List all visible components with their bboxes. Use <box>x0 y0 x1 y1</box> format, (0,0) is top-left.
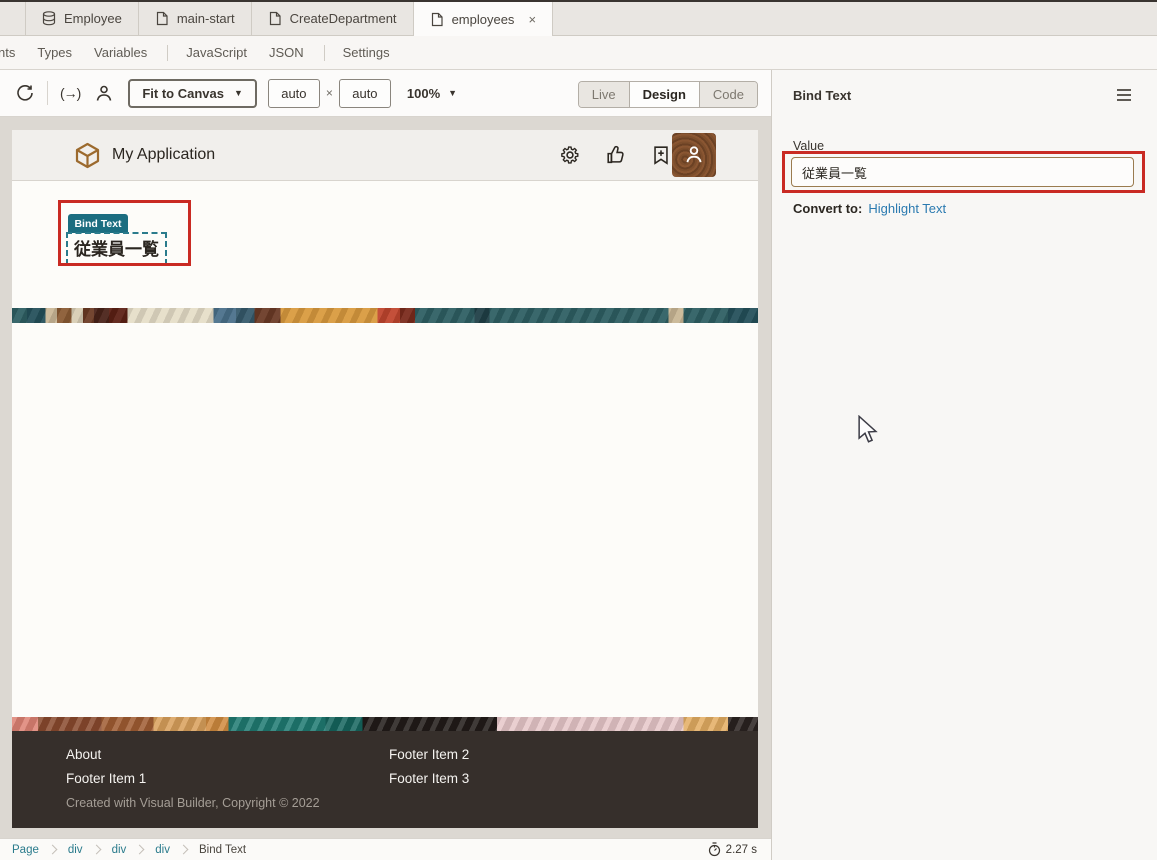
subnav-divider <box>167 45 168 61</box>
footer-link-item1[interactable]: Footer Item 1 <box>66 771 146 786</box>
page-subnav: nts Types Variables JavaScript JSON Sett… <box>0 36 1157 70</box>
design-canvas-workspace: My Application Bind Text 従業員一覧 <box>0 117 771 838</box>
subnav-item-settings[interactable]: Settings <box>339 45 394 60</box>
chevron-separator-icon <box>179 845 189 855</box>
convert-to-label: Convert to: <box>793 201 862 216</box>
mode-design[interactable]: Design <box>630 82 700 107</box>
footer-link-item2[interactable]: Footer Item 2 <box>389 747 469 762</box>
canvas-height-input[interactable] <box>339 79 391 108</box>
decorative-pattern-strip-bottom <box>12 717 758 731</box>
tab-employee[interactable]: Employee <box>25 2 139 35</box>
toolbar-divider <box>47 81 48 105</box>
fit-to-canvas-label: Fit to Canvas <box>142 86 224 101</box>
property-inspector: Bind Text Value Convert to:Highlight Tex… <box>771 70 1157 860</box>
page-footer: About Footer Item 1 Footer Item 2 Footer… <box>12 731 758 828</box>
breadcrumb-div[interactable]: div <box>112 844 127 856</box>
footer-link-item3[interactable]: Footer Item 3 <box>389 771 469 786</box>
mode-code[interactable]: Code <box>700 82 757 107</box>
user-avatar[interactable] <box>672 133 716 177</box>
thumbs-up-icon[interactable] <box>605 144 627 166</box>
mouse-cursor <box>857 415 879 445</box>
inspector-title: Bind Text <box>793 88 851 103</box>
stopwatch-icon <box>708 842 721 857</box>
render-timer: 2.27 s <box>708 842 757 857</box>
tab-employees-active[interactable]: employees × <box>414 2 553 36</box>
subnav-item-fragment[interactable]: nts <box>0 45 19 60</box>
page-icon <box>268 11 282 26</box>
refresh-icon[interactable] <box>15 83 35 103</box>
fit-to-canvas-dropdown[interactable]: Fit to Canvas ▼ <box>128 79 257 108</box>
tab-label: Employee <box>64 11 122 26</box>
tab-main-start[interactable]: main-start <box>139 2 252 35</box>
zoom-value: 100% <box>407 86 440 101</box>
bookmark-plus-icon[interactable] <box>650 144 672 166</box>
page-icon <box>430 12 444 27</box>
person-icon <box>683 144 705 166</box>
page-icon <box>155 11 169 26</box>
tab-close-icon[interactable]: × <box>528 12 536 27</box>
chevron-separator-icon <box>135 845 145 855</box>
app-logo-cube-icon <box>74 142 101 169</box>
breadcrumb-div[interactable]: div <box>155 844 170 856</box>
breadcrumb-div[interactable]: div <box>68 844 83 856</box>
subnav-item-javascript[interactable]: JavaScript <box>182 45 251 60</box>
tab-createdepartment[interactable]: CreateDepartment <box>252 2 414 35</box>
menu-icon[interactable] <box>1117 89 1131 104</box>
structure-breadcrumb-bar: Page div div div Bind Text 2.27 s <box>0 838 771 860</box>
convert-row: Convert to: Highlight Text <box>793 201 946 216</box>
canvas-width-input[interactable] <box>268 79 320 108</box>
user-persona-icon[interactable] <box>94 83 114 103</box>
live-mapping-icon[interactable]: (→) <box>60 85 80 101</box>
breadcrumb-bind-text[interactable]: Bind Text <box>199 844 246 856</box>
subnav-item-json[interactable]: JSON <box>265 45 308 60</box>
footer-copyright: Created with Visual Builder, Copyright ©… <box>66 796 320 810</box>
timer-value: 2.27 s <box>726 844 757 856</box>
tab-label: employees <box>452 12 515 27</box>
dimension-times-label: × <box>326 86 333 100</box>
document-tabbar: Employee main-start CreateDepartment emp… <box>0 2 1157 36</box>
chevron-separator-icon <box>47 845 57 855</box>
chevron-separator-icon <box>91 845 101 855</box>
zoom-dropdown[interactable]: 100% ▼ <box>407 86 457 101</box>
app-title: My Application <box>112 146 215 164</box>
chevron-down-icon: ▼ <box>448 88 457 98</box>
designer-toolbar: (→) Fit to Canvas ▼ × 100% ▼ Live Design… <box>0 70 771 117</box>
tab-label: CreateDepartment <box>290 11 397 26</box>
footer-link-about[interactable]: About <box>66 747 101 762</box>
subnav-item-variables[interactable]: Variables <box>90 45 151 60</box>
app-header: My Application <box>12 130 758 181</box>
chevron-down-icon: ▼ <box>234 88 243 98</box>
tab-label: main-start <box>177 11 235 26</box>
designed-page: My Application Bind Text 従業員一覧 <box>12 130 758 828</box>
database-icon <box>42 11 56 26</box>
annotation-rect-value <box>782 151 1145 193</box>
highlight-text-link[interactable]: Highlight Text <box>868 201 946 216</box>
mode-live[interactable]: Live <box>579 82 630 107</box>
subnav-item-types[interactable]: Types <box>33 45 76 60</box>
subnav-divider <box>324 45 325 61</box>
annotation-rect-canvas <box>58 200 191 266</box>
mode-switcher: Live Design Code <box>578 81 758 108</box>
breadcrumb-page[interactable]: Page <box>12 844 39 856</box>
decorative-pattern-strip-top <box>12 308 758 323</box>
gear-icon[interactable] <box>559 144 581 166</box>
